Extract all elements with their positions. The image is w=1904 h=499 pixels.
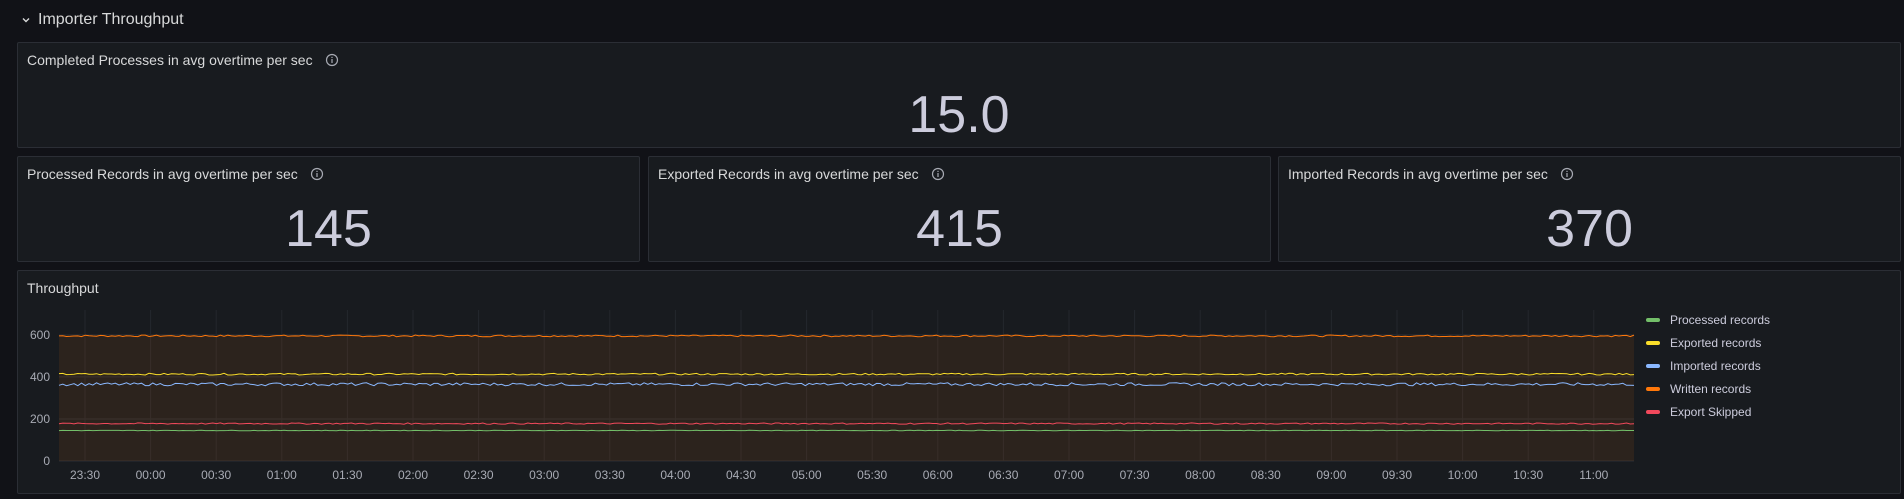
x-tick-label: 06:00: [923, 468, 953, 482]
x-tick-label: 00:00: [136, 468, 166, 482]
x-tick-label: 01:30: [332, 468, 362, 482]
stat-value: 145: [285, 200, 372, 258]
x-tick-label: 04:30: [726, 468, 756, 482]
x-tick-label: 03:00: [529, 468, 559, 482]
info-icon[interactable]: [931, 167, 945, 181]
legend-item[interactable]: Export Skipped: [1646, 403, 1770, 421]
legend-swatch: [1646, 318, 1660, 322]
legend-label: Processed records: [1670, 313, 1771, 327]
y-tick-label: 400: [30, 370, 50, 384]
legend-item[interactable]: Imported records: [1646, 357, 1770, 375]
legend-label: Export Skipped: [1670, 405, 1752, 419]
legend-item[interactable]: Processed records: [1646, 311, 1770, 329]
y-tick-label: 0: [43, 454, 50, 468]
legend-swatch: [1646, 387, 1660, 391]
stat-value: 370: [1546, 200, 1633, 258]
x-tick-label: 23:30: [70, 468, 100, 482]
legend-label: Written records: [1670, 382, 1752, 396]
chart-legend: Processed records Exported records Importe…: [1646, 311, 1770, 421]
x-tick-label: 11:00: [1579, 468, 1608, 482]
row-header-importer-throughput[interactable]: Importer Throughput: [20, 6, 184, 34]
legend-label: Exported records: [1670, 336, 1762, 350]
x-tick-label: 05:00: [792, 468, 822, 482]
x-tick-label: 06:30: [988, 468, 1018, 482]
x-tick-label: 05:30: [857, 468, 887, 482]
x-tick-label: 09:30: [1382, 468, 1412, 482]
x-tick-label: 04:00: [660, 468, 690, 482]
legend-label: Imported records: [1670, 359, 1761, 373]
x-tick-label: 01:00: [267, 468, 297, 482]
legend-swatch: [1646, 341, 1660, 345]
panel-title: Imported Records in avg overtime per sec: [1288, 166, 1548, 182]
panel-completed-processes[interactable]: Completed Processes in avg overtime per …: [17, 42, 1901, 148]
x-tick-label: 02:30: [464, 468, 494, 482]
legend-item[interactable]: Exported records: [1646, 334, 1770, 352]
y-tick-label: 600: [30, 328, 50, 342]
x-tick-label: 02:00: [398, 468, 428, 482]
x-tick-label: 10:00: [1448, 468, 1478, 482]
x-tick-label: 10:30: [1513, 468, 1543, 482]
x-tick-label: 09:00: [1316, 468, 1346, 482]
info-icon[interactable]: [310, 167, 324, 181]
throughput-chart[interactable]: 0 200 400 600 23:30 00:00 00:30 01:00 01:30 02:00…: [18, 271, 1902, 495]
panel-throughput[interactable]: Throughput 0 200 400 600 23:30 00:00 00:30 01:0…: [17, 270, 1901, 494]
y-tick-label: 200: [30, 412, 50, 426]
x-tick-label: 07:00: [1054, 468, 1084, 482]
panel-imported-records[interactable]: Imported Records in avg overtime per sec…: [1278, 156, 1901, 262]
series-area: [59, 335, 1634, 461]
panel-title: Exported Records in avg overtime per sec: [658, 166, 919, 182]
legend-item[interactable]: Written records: [1646, 380, 1770, 398]
chevron-down-icon: [20, 14, 32, 26]
x-tick-label: 08:30: [1251, 468, 1281, 482]
x-tick-label: 07:30: [1120, 468, 1150, 482]
stat-value: 15.0: [908, 86, 1010, 144]
panel-exported-records[interactable]: Exported Records in avg overtime per sec…: [648, 156, 1271, 262]
stat-value: 415: [916, 200, 1003, 258]
legend-swatch: [1646, 364, 1660, 368]
info-icon[interactable]: [325, 53, 339, 67]
info-icon[interactable]: [1560, 167, 1574, 181]
legend-swatch: [1646, 410, 1660, 414]
panel-title: Completed Processes in avg overtime per …: [27, 52, 313, 68]
row-title: Importer Throughput: [38, 11, 184, 28]
panel-processed-records[interactable]: Processed Records in avg overtime per se…: [17, 156, 640, 262]
panel-title: Processed Records in avg overtime per se…: [27, 166, 298, 182]
x-tick-label: 00:30: [201, 468, 231, 482]
x-tick-label: 03:30: [595, 468, 625, 482]
x-tick-label: 08:00: [1185, 468, 1215, 482]
